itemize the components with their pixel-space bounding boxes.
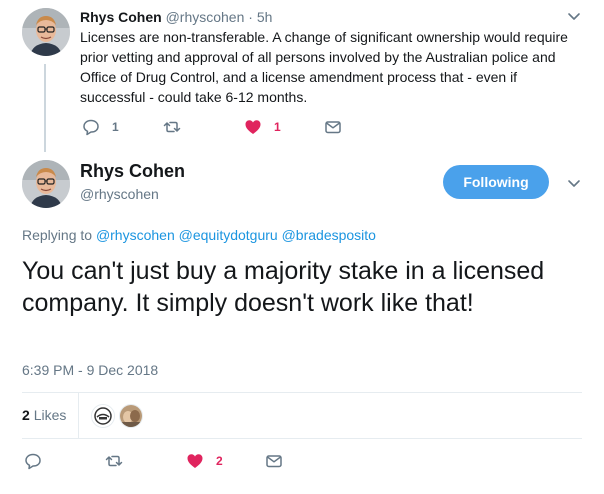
- tweet-thread: Rhys Cohen @rhyscohen · 5h Licenses are …: [0, 0, 604, 494]
- stats-separator: [78, 393, 79, 438]
- divider: [22, 392, 582, 393]
- avatar[interactable]: [22, 160, 70, 208]
- divider: [22, 438, 582, 439]
- like-count: 2: [216, 454, 223, 468]
- parent-tweet-text: Licenses are non-transferable. A change …: [80, 29, 568, 105]
- likes-count: 2: [22, 407, 30, 423]
- replying-to: Replying to @rhyscohen @equitydotguru @b…: [22, 226, 376, 244]
- reply-icon: [83, 119, 99, 136]
- mention-link[interactable]: @equitydotguru: [179, 227, 278, 243]
- reply-button[interactable]: [24, 451, 42, 471]
- likes-stat[interactable]: 2 Likes: [22, 406, 66, 424]
- author-handle[interactable]: @rhyscohen: [166, 9, 245, 25]
- profile-photo: [22, 8, 70, 56]
- mention-link[interactable]: @bradesposito: [282, 227, 376, 243]
- reply-button[interactable]: 1: [82, 117, 119, 137]
- parent-tweet-header: Rhys Cohen @rhyscohen · 5h: [80, 8, 272, 26]
- liker-profile-photo: [120, 405, 142, 427]
- like-button[interactable]: 1: [244, 117, 281, 137]
- reply-count: 1: [112, 120, 119, 134]
- reply-icon: [25, 453, 41, 470]
- replying-to-label: Replying to: [22, 227, 93, 243]
- retweet-icon: [163, 121, 181, 133]
- tweet-time[interactable]: 5h: [257, 9, 273, 25]
- retweet-button[interactable]: [163, 117, 181, 137]
- mention-link[interactable]: @rhyscohen: [96, 227, 175, 243]
- envelope-icon: [325, 121, 341, 134]
- retweet-icon: [105, 455, 123, 467]
- liker-avatar[interactable]: [119, 404, 143, 428]
- author-name[interactable]: Rhys Cohen: [80, 160, 185, 182]
- author-handle[interactable]: @rhyscohen: [80, 185, 159, 203]
- heart-icon: [245, 120, 261, 134]
- separator-dot: ·: [248, 9, 253, 25]
- tweet-timestamp[interactable]: 6:39 PM - 9 Dec 2018: [22, 361, 158, 379]
- thread-connector: [44, 64, 46, 152]
- heart-icon: [187, 454, 203, 468]
- liker-avatar[interactable]: [91, 404, 115, 428]
- tweet-text: You can't just buy a majority stake in a…: [22, 257, 545, 317]
- author-name[interactable]: Rhys Cohen: [80, 9, 162, 25]
- direct-message-button[interactable]: [324, 117, 342, 137]
- likes-label: Likes: [33, 407, 67, 423]
- avatar[interactable]: [22, 8, 70, 56]
- retweet-button[interactable]: [105, 451, 123, 471]
- profile-photo: [22, 160, 70, 208]
- envelope-icon: [266, 455, 282, 468]
- chevron-down-icon[interactable]: [566, 8, 582, 24]
- like-button[interactable]: 2: [186, 451, 223, 471]
- chevron-down-icon[interactable]: [566, 175, 582, 191]
- liker-profile-photo: [92, 405, 114, 427]
- direct-message-button[interactable]: [265, 451, 283, 471]
- like-count: 1: [274, 120, 281, 134]
- following-button[interactable]: Following: [443, 165, 549, 199]
